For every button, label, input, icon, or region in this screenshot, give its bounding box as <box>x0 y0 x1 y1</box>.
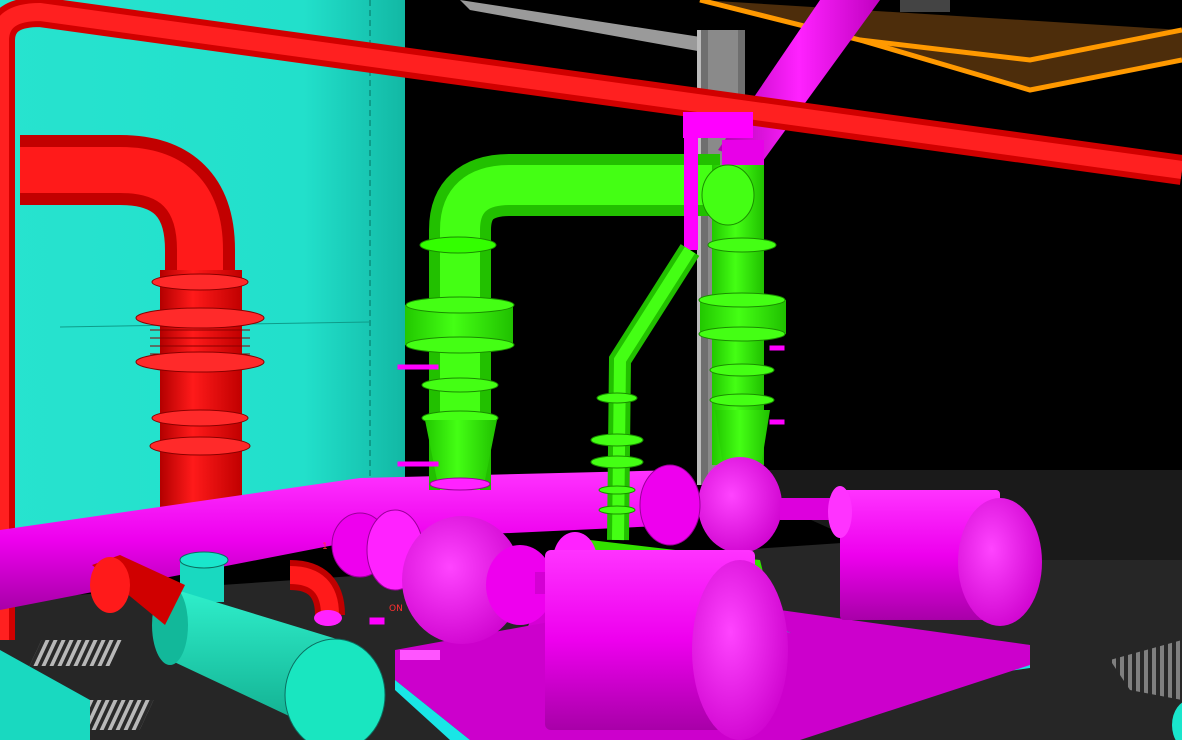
motor-b <box>828 486 1042 626</box>
pipe-tag-label: 1 <box>322 542 328 552</box>
instrument-tag-label: ON <box>389 604 403 614</box>
motor-a <box>545 550 788 740</box>
magenta-branch-pipe <box>684 125 698 250</box>
3d-plant-viewport[interactable]: 1 ON <box>0 0 1182 740</box>
